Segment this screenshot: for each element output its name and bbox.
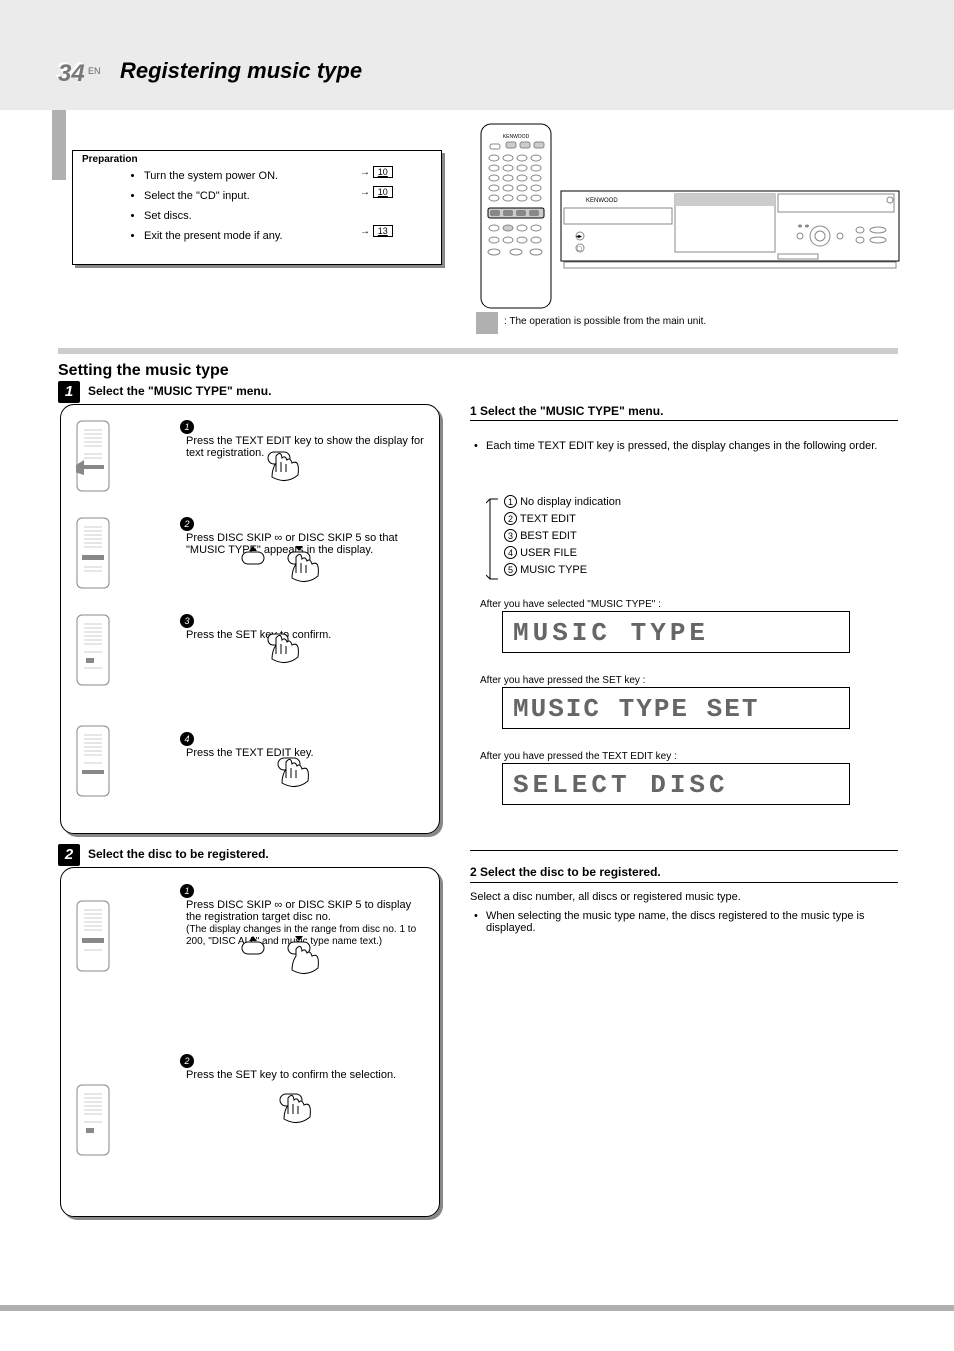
grey-tab xyxy=(52,110,66,180)
lcd-display: MUSIC TYPE xyxy=(502,611,850,653)
step-2-label: Select the disc to be registered. xyxy=(88,847,269,861)
press-two-buttons-icon xyxy=(230,930,340,996)
remote-mini xyxy=(76,614,110,689)
right-step2-note: •When selecting the music type name, the… xyxy=(486,910,896,934)
substep: 2 Press the SET key to confirm the selec… xyxy=(180,1054,430,1084)
remote-mini xyxy=(76,1084,110,1159)
prep-item: Exit the present mode if any. xyxy=(144,228,283,244)
unit-diagram: KENWOOD ◂▸ □ xyxy=(560,190,900,270)
preparation-list: Turn the system power ON. Select the "CD… xyxy=(130,168,283,248)
section-title: Setting the music type xyxy=(58,362,229,380)
press-button-icon xyxy=(250,630,320,684)
step-number-2: 2 xyxy=(58,844,80,866)
page-ref-arrow: → 10 xyxy=(360,186,393,198)
substep-num-4: 4 xyxy=(180,732,194,746)
prep-item: Set discs. xyxy=(144,208,283,224)
order-list: 1 No display indication 2 TEXT EDIT 3 BE… xyxy=(504,494,621,579)
lcd-note1: After you have selected "MUSIC TYPE" : xyxy=(480,598,906,612)
page-ref-arrow: → 13 xyxy=(360,225,393,237)
prep-item: Turn the system power ON. xyxy=(144,168,283,184)
remote-diagram: KENWOOD xyxy=(476,122,556,312)
remote-mini xyxy=(76,517,110,592)
right-step1-note: •Each time TEXT EDIT key is pressed, the… xyxy=(486,440,896,452)
right-step2-head: 2 Select the disc to be registered. xyxy=(470,865,661,879)
lcd-note3: After you have pressed the TEXT EDIT key… xyxy=(480,750,906,764)
press-button-icon xyxy=(260,754,330,808)
legend-label: : The operation is possible from the mai… xyxy=(504,316,706,327)
right-step2-text: Select a disc number, all discs or regis… xyxy=(470,890,896,904)
thin-divider xyxy=(470,420,898,421)
lang-label: EN xyxy=(88,66,101,76)
thin-divider xyxy=(470,882,898,883)
lcd-display: SELECT DISC xyxy=(502,763,850,805)
page-title: Registering music type xyxy=(120,58,362,84)
svg-text:◂▸: ◂▸ xyxy=(576,234,582,240)
preparation-title: Preparation xyxy=(82,154,138,165)
right-step1-head: 1 Select the "MUSIC TYPE" menu. xyxy=(470,404,663,418)
substep-num-2: 2 xyxy=(180,517,194,531)
remote-mini xyxy=(76,725,110,800)
step-number-1: 1 xyxy=(58,381,80,403)
step-1-label: Select the "MUSIC TYPE" menu. xyxy=(88,384,271,398)
divider xyxy=(58,348,898,354)
press-button-icon xyxy=(250,448,320,502)
lcd-note2: After you have pressed the SET key : xyxy=(480,674,906,688)
remote-mini xyxy=(76,420,110,495)
substep-text: Press the SET key to confirm the selecti… xyxy=(186,1069,426,1081)
svg-text:KENWOOD: KENWOOD xyxy=(503,134,530,140)
prep-item: Select the "CD" input. xyxy=(144,188,283,204)
press-button-icon xyxy=(262,1090,332,1148)
legend-square-icon xyxy=(476,312,498,334)
substep-num-3: 3 xyxy=(180,614,194,628)
svg-text:KENWOOD: KENWOOD xyxy=(586,198,618,204)
substep-num-1: 1 xyxy=(180,884,194,898)
page-number: 34 xyxy=(58,60,85,88)
footer-line xyxy=(0,1305,954,1311)
substep-num-1: 1 xyxy=(180,420,194,434)
press-two-buttons-icon xyxy=(230,540,340,602)
substep-num-2: 2 xyxy=(180,1054,194,1068)
lcd-display: MUSIC TYPE SET xyxy=(502,687,850,729)
remote-mini xyxy=(76,900,110,975)
thin-divider xyxy=(470,850,898,851)
bracket-icon xyxy=(486,497,500,581)
page-ref-arrow: → 10 xyxy=(360,166,393,178)
